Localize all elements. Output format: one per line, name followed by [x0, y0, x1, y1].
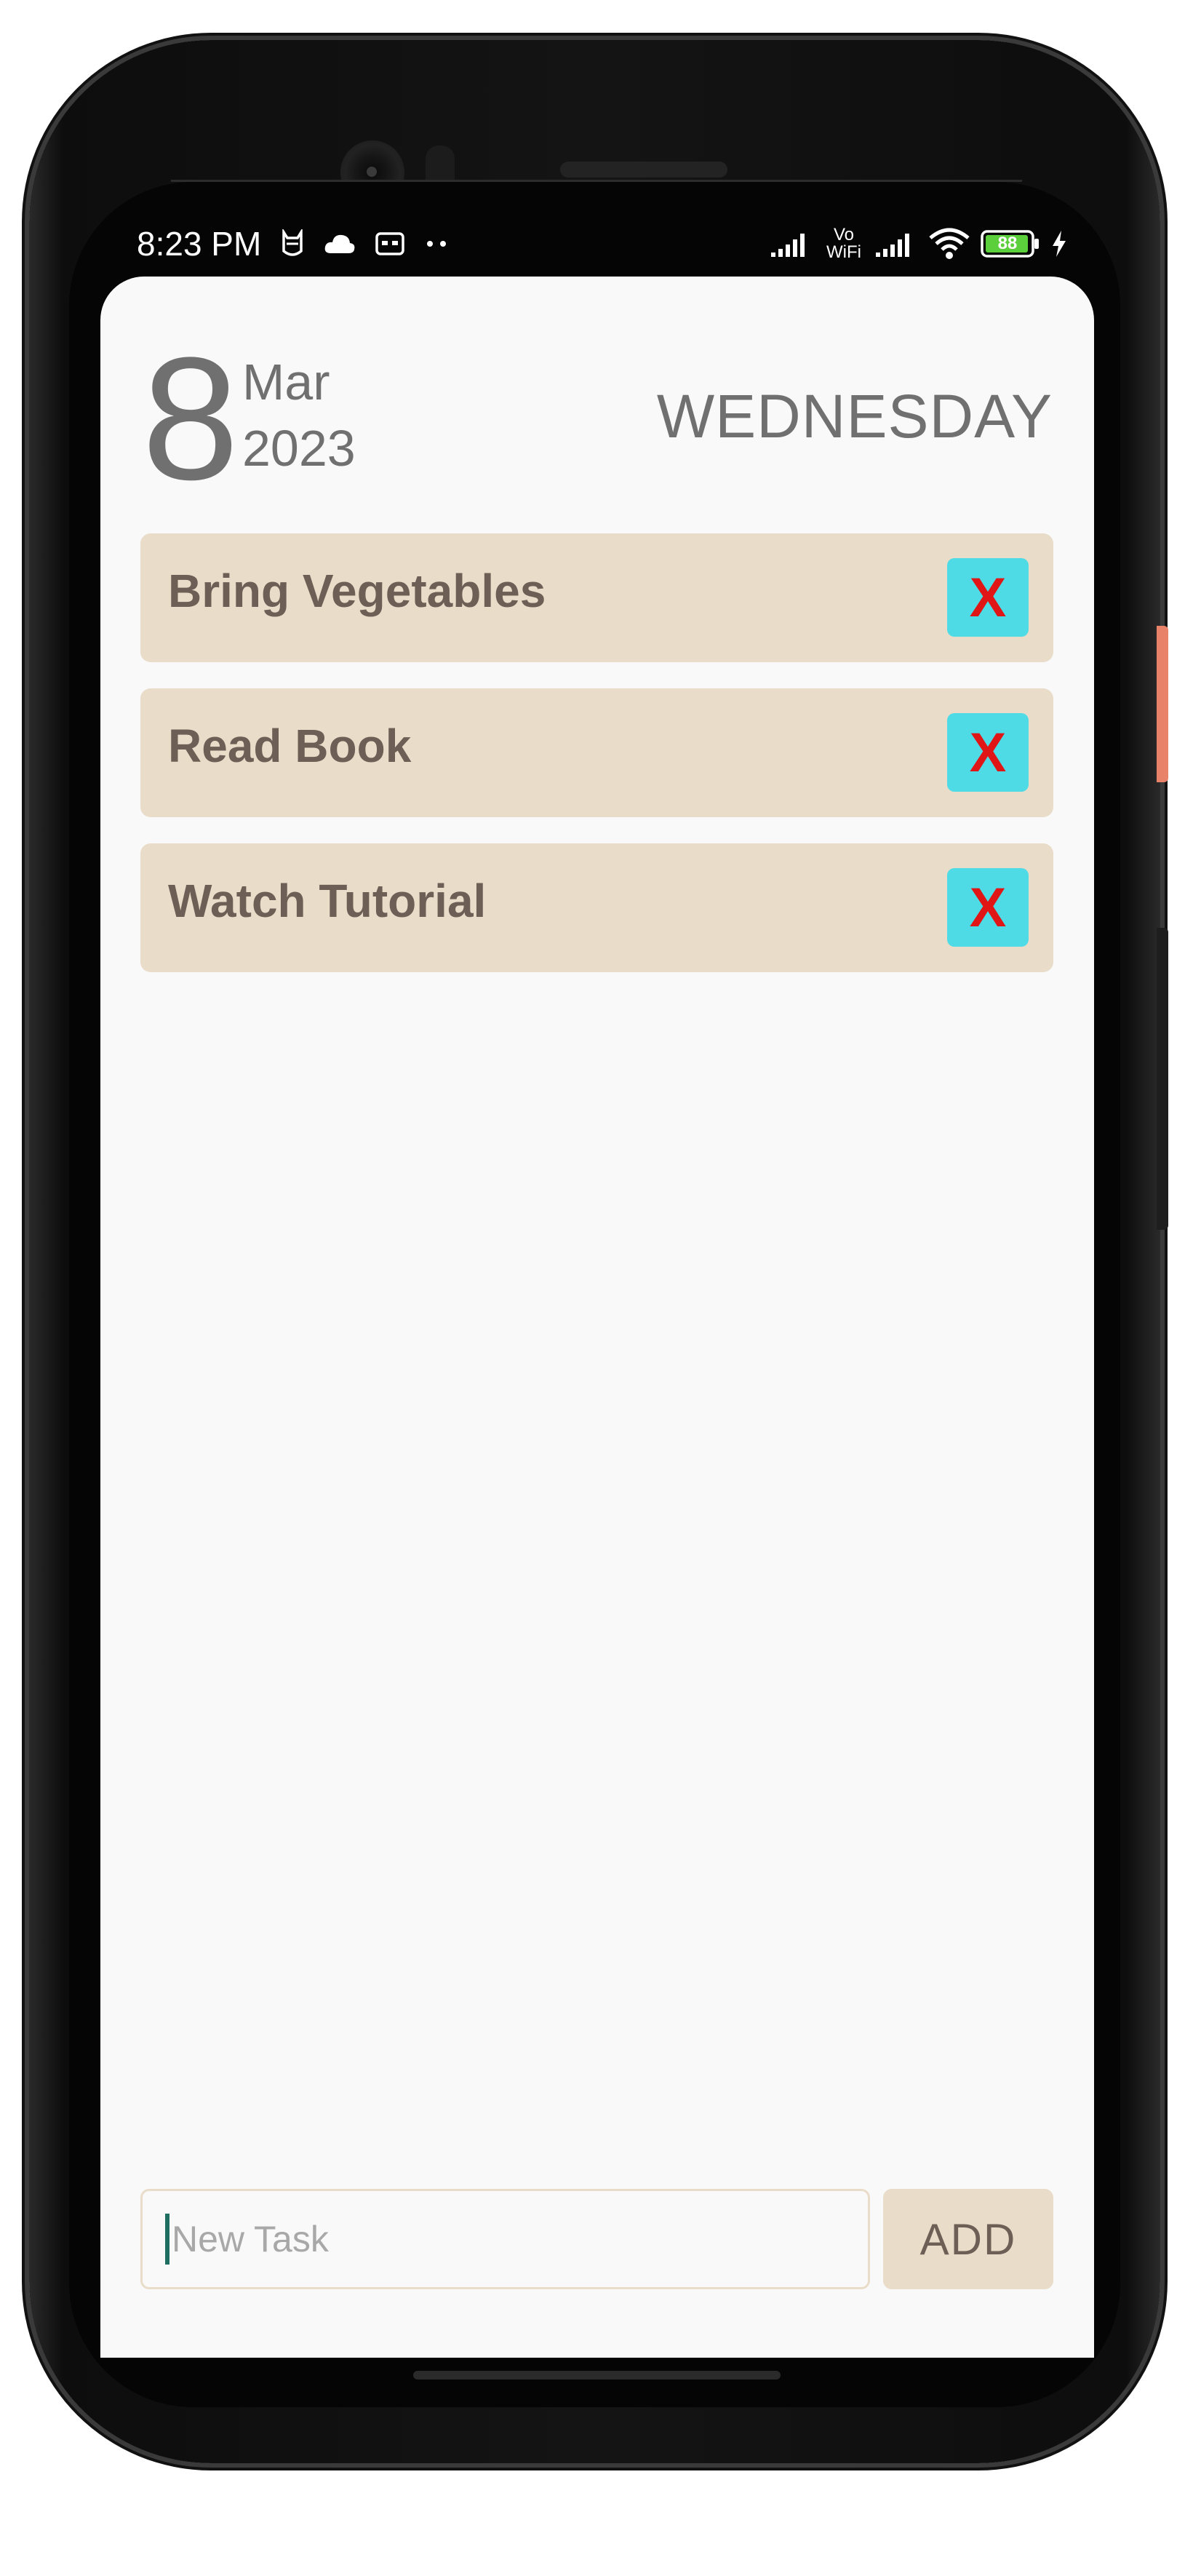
more-dots-icon: [424, 239, 449, 248]
delete-task-button[interactable]: X: [947, 558, 1029, 637]
new-task-input[interactable]: [140, 2189, 870, 2289]
home-indicator[interactable]: [413, 2371, 781, 2380]
month-label: Mar: [242, 354, 330, 410]
status-time: 8:23 PM: [137, 225, 262, 263]
status-bar: 8:23 PM Vo WiFi 88: [137, 218, 1068, 269]
add-task-button[interactable]: ADD: [883, 2189, 1053, 2289]
battery-level: 88: [997, 234, 1018, 253]
task-item[interactable]: Watch Tutorial X: [140, 843, 1053, 972]
task-item[interactable]: Bring Vegetables X: [140, 533, 1053, 662]
wifi-icon: [928, 228, 970, 260]
side-volume-button: [1157, 928, 1168, 1230]
cloud-icon: [324, 233, 356, 255]
signal-bars-icon: [874, 229, 918, 258]
vowifi-label-bottom: WiFi: [826, 242, 861, 262]
task-label: Bring Vegetables: [168, 565, 546, 617]
vowifi-icon: Vo WiFi: [826, 226, 861, 261]
bezel-divider: [171, 180, 1022, 182]
delete-task-button[interactable]: X: [947, 868, 1029, 947]
task-label: Watch Tutorial: [168, 875, 487, 927]
new-task-row: ADD: [140, 2189, 1053, 2289]
day-number: 8: [142, 321, 239, 516]
task-label: Read Book: [168, 720, 412, 772]
date-header: 8 Mar 2023 WEDNESDAY: [142, 331, 1053, 506]
text-cursor: [165, 2214, 169, 2265]
cat-face-icon: [280, 229, 305, 258]
charging-bolt-icon: [1050, 229, 1068, 258]
task-list: Bring Vegetables X Read Book X Watch Tut…: [140, 533, 1053, 998]
signal-bars-icon: [770, 229, 813, 258]
vr-box-icon: [375, 231, 405, 256]
battery-icon: 88: [981, 229, 1040, 258]
vowifi-label-top: Vo: [833, 225, 855, 245]
app-screen: 8 Mar 2023 WEDNESDAY Bring Vegetables X …: [100, 277, 1094, 2358]
year-label: 2023: [242, 420, 356, 477]
side-power-button: [1157, 626, 1168, 782]
status-right: Vo WiFi 88: [770, 226, 1068, 261]
delete-task-button[interactable]: X: [947, 713, 1029, 792]
status-left: 8:23 PM: [137, 224, 449, 263]
weekday-label: WEDNESDAY: [656, 382, 1053, 450]
earpiece-speaker: [560, 162, 727, 178]
task-item[interactable]: Read Book X: [140, 688, 1053, 817]
